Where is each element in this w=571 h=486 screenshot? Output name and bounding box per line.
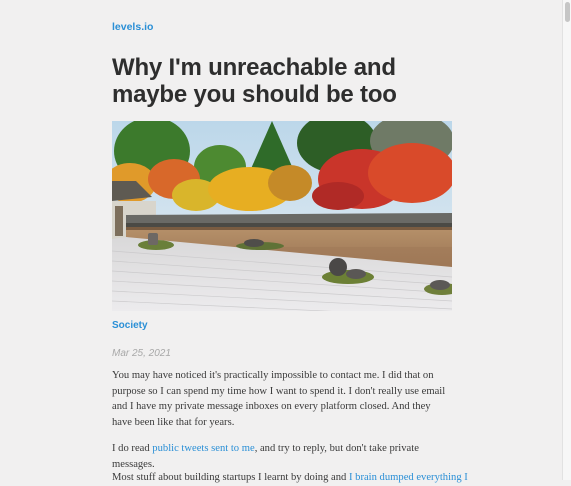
publish-date: Mar 25, 2021	[112, 348, 171, 359]
public-tweets-link[interactable]: public tweets sent to me	[152, 443, 254, 454]
paragraph-2-text-before: I do read	[112, 443, 153, 454]
article-title: Why I'm unreachable and maybe you should…	[112, 54, 397, 108]
scrollbar[interactable]	[562, 0, 571, 480]
hero-image	[112, 121, 452, 311]
brain-dump-link[interactable]: I brain dumped everything I	[349, 472, 468, 483]
paragraph-2: I do read public tweets sent to me, and …	[112, 441, 452, 472]
paragraph-1: You may have noticed it's practically im…	[112, 370, 446, 428]
paragraph-3: Most stuff about building startups I lea…	[112, 470, 468, 486]
paragraph-3-text-before: Most stuff about building startups I lea…	[112, 472, 349, 483]
scrollbar-thumb[interactable]	[565, 2, 570, 22]
category-link[interactable]: Society	[112, 320, 148, 331]
site-home-link[interactable]: levels.io	[112, 21, 153, 33]
zen-garden-image	[112, 121, 452, 311]
